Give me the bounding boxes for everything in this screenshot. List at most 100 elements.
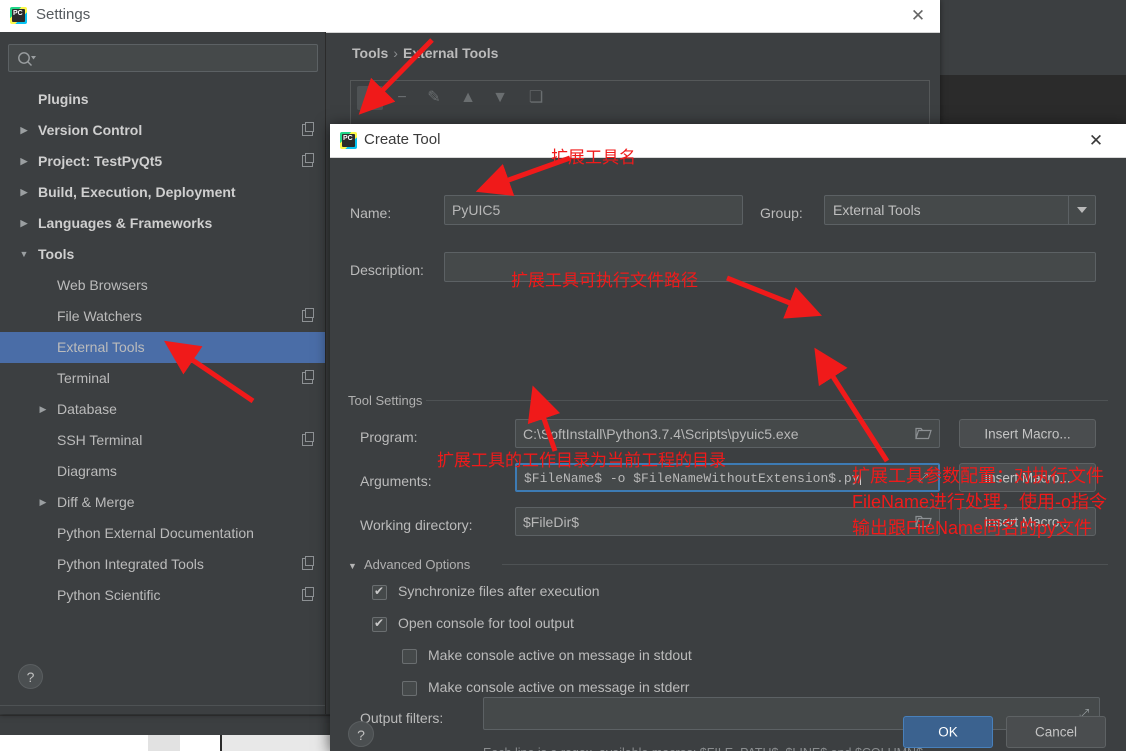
dialog-footer: ? OK Cancel (330, 716, 1126, 751)
ide-run-toolbar: Configuration... ▶ 🐞 (930, 40, 1126, 75)
create-tool-dialog: PC Create Tool ✕ Name: PyUIC5 Group: Ext… (330, 124, 1126, 751)
checkbox-label[interactable]: Synchronize files after execution (398, 583, 600, 599)
program-input[interactable]: C:\SoftInstall\Python3.7.4\Scripts\pyuic… (515, 419, 940, 448)
sidebar-item-plugins[interactable]: Plugins (0, 84, 325, 115)
settings-title-bar: PC Settings ✕ (0, 0, 940, 33)
copy-settings-icon[interactable] (302, 370, 314, 384)
settings-close-button[interactable]: ✕ (896, 0, 940, 32)
copy-settings-icon[interactable] (302, 153, 314, 167)
annotation-workdir-note: 扩展工具的工作目录为当前工程的目录 (437, 451, 726, 470)
remove-tool-button[interactable]: − (389, 86, 415, 110)
tool-settings-legend: Tool Settings (348, 393, 423, 408)
sidebar-item-tools[interactable]: ▼ Tools (0, 239, 325, 270)
arguments-label: Arguments: (360, 473, 432, 489)
copy-tool-button[interactable]: ❏ (523, 86, 549, 110)
program-label: Program: (360, 429, 418, 445)
dialog-title: Create Tool (364, 131, 441, 148)
sidebar-item-project-testpyqt5[interactable]: ▶ Project: TestPyQt5 (0, 146, 325, 177)
sidebar-item-label: Diagrams (57, 463, 117, 479)
sidebar-item-label: Tools (38, 246, 75, 262)
sidebar-item-label: Python External Documentation (57, 525, 254, 541)
sidebar-item-label: Python Scientific (57, 587, 161, 603)
insert-macro-program-button[interactable]: Insert Macro... (959, 419, 1096, 448)
edit-tool-button[interactable]: ✎ (421, 86, 447, 110)
add-tool-button[interactable]: + (357, 86, 383, 110)
checkbox-synchronize-files-after-execution[interactable] (372, 584, 387, 600)
sidebar-item-python-external-documentation[interactable]: Python External Documentation (0, 518, 325, 549)
sidebar-item-file-watchers[interactable]: File Watchers (0, 301, 325, 332)
sidebar-item-label: Database (57, 401, 117, 417)
annotation-program-note: 扩展工具可执行文件路径 (511, 271, 698, 290)
sidebar-item-languages-frameworks[interactable]: ▶ Languages & Frameworks (0, 208, 325, 239)
sidebar-divider (0, 705, 325, 706)
sidebar-item-diff-merge[interactable]: ▶ Diff & Merge (0, 487, 325, 518)
chevron-right-icon[interactable]: ▶ (18, 115, 30, 146)
name-input[interactable]: PyUIC5 (444, 195, 743, 225)
copy-settings-icon[interactable] (302, 587, 314, 601)
checkbox-make-console-active-on-message-in-stdout[interactable] (402, 649, 417, 664)
name-value: PyUIC5 (452, 202, 501, 218)
arguments-value: $FileName$ -o $FileNameWithoutExtension$… (524, 469, 862, 486)
chevron-down-icon[interactable] (1068, 196, 1095, 224)
breadcrumb-parent[interactable]: Tools (352, 45, 388, 61)
cancel-button[interactable]: Cancel (1006, 716, 1106, 748)
chevron-right-icon[interactable]: ▶ (18, 146, 30, 177)
settings-window-title: Settings (36, 6, 91, 23)
settings-sidebar: Plugins ▶ Version Control ▶ Project: TestPyQ… (0, 32, 326, 714)
dialog-body: Name: PyUIC5 Group: External Tools Descr… (330, 157, 1126, 751)
copy-settings-icon[interactable] (302, 432, 314, 446)
tool-settings-divider (426, 400, 1108, 401)
sidebar-item-database[interactable]: ▶ Database (0, 394, 325, 425)
settings-help-button[interactable]: ? (18, 664, 43, 689)
sidebar-item-python-integrated-tools[interactable]: Python Integrated Tools (0, 549, 325, 580)
move-up-button[interactable]: ▲ (455, 86, 481, 110)
advanced-options-label: Advanced Options (364, 557, 471, 572)
sidebar-item-terminal[interactable]: Terminal (0, 363, 325, 394)
program-value: C:\SoftInstall\Python3.7.4\Scripts\pyuic… (523, 425, 799, 442)
checkbox-label[interactable]: Make console active on message in stdout (428, 647, 692, 663)
copy-settings-icon[interactable] (302, 122, 314, 136)
annotation-name-note: 扩展工具名 (551, 148, 636, 167)
breadcrumb-current: External Tools (402, 45, 499, 61)
dialog-help-button[interactable]: ? (348, 721, 374, 747)
move-down-button[interactable]: ▼ (487, 86, 513, 110)
description-label: Description: (350, 262, 424, 278)
screenshot-root: Configuration... ▶ 🐞 Console >_ Terminal… (0, 0, 1126, 751)
ok-button[interactable]: OK (903, 716, 993, 748)
sidebar-item-label: Version Control (38, 122, 143, 138)
search-icon (16, 50, 36, 68)
search-input[interactable] (8, 44, 318, 72)
dialog-title-bar: PC Create Tool ✕ (330, 124, 1126, 158)
chevron-right-icon[interactable]: ▶ (18, 208, 30, 239)
sidebar-item-build-execution-deployment[interactable]: ▶ Build, Execution, Deployment (0, 177, 325, 208)
browse-folder-icon[interactable] (915, 427, 932, 440)
sidebar-item-version-control[interactable]: ▶ Version Control (0, 115, 325, 146)
chevron-right-icon[interactable]: ▶ (18, 177, 30, 208)
chevron-down-icon[interactable]: ▼ (18, 239, 30, 270)
sidebar-item-label: Terminal (57, 370, 110, 386)
working-directory-label: Working directory: (360, 517, 473, 533)
sidebar-item-label: Web Browsers (57, 277, 148, 293)
sidebar-item-ssh-terminal[interactable]: SSH Terminal (0, 425, 325, 456)
breadcrumb-separator-icon: › (393, 45, 398, 61)
sidebar-item-label: Languages & Frameworks (38, 215, 213, 231)
checkbox-label[interactable]: Open console for tool output (398, 615, 574, 631)
sidebar-item-external-tools[interactable]: External Tools (0, 332, 325, 363)
advanced-options-twisty-icon[interactable]: ▼ (348, 561, 357, 571)
checkbox-label[interactable]: Make console active on message in stderr (428, 679, 689, 695)
sidebar-item-web-browsers[interactable]: Web Browsers (0, 270, 325, 301)
sidebar-item-label: SSH Terminal (57, 432, 143, 448)
group-combobox[interactable]: External Tools (824, 195, 1096, 225)
sidebar-item-label: External Tools (57, 339, 145, 355)
group-label: Group: (760, 205, 803, 221)
checkbox-open-console-for-tool-output[interactable] (372, 616, 387, 632)
chevron-right-icon[interactable]: ▶ (37, 394, 49, 425)
chevron-right-icon[interactable]: ▶ (37, 487, 49, 518)
sidebar-item-python-scientific[interactable]: Python Scientific (0, 580, 325, 611)
dialog-close-button[interactable]: ✕ (1074, 125, 1118, 157)
copy-settings-icon[interactable] (302, 308, 314, 322)
group-value: External Tools (833, 202, 921, 218)
checkbox-make-console-active-on-message-in-stderr[interactable] (402, 681, 417, 696)
sidebar-item-diagrams[interactable]: Diagrams (0, 456, 325, 487)
copy-settings-icon[interactable] (302, 556, 314, 570)
